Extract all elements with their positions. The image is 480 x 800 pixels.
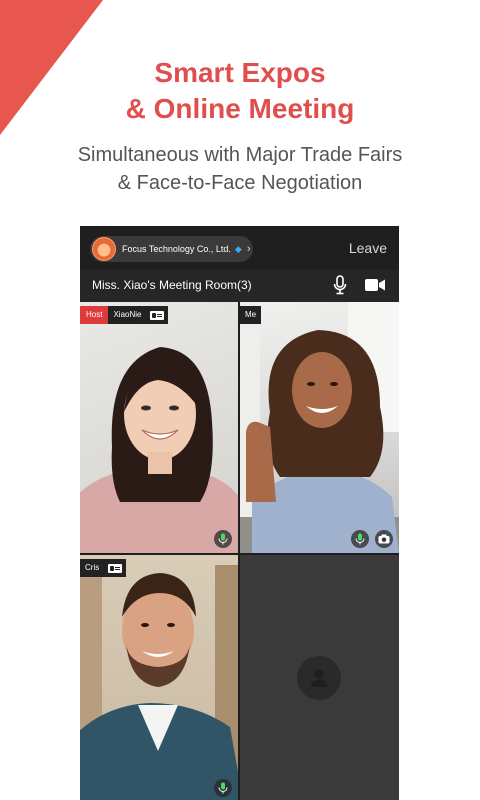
promo-title-line1: Smart Expos xyxy=(154,57,326,88)
camera-switch-icon[interactable] xyxy=(375,530,393,548)
business-card-icon[interactable] xyxy=(104,559,127,577)
participant-tile-empty xyxy=(240,555,399,800)
mic-on-icon xyxy=(214,530,232,548)
mic-on-icon xyxy=(214,779,232,797)
promo-title-line2: & Online Meeting xyxy=(125,93,355,124)
company-avatar xyxy=(92,237,116,261)
leave-button[interactable]: Leave xyxy=(349,240,387,256)
participant-video xyxy=(80,347,238,553)
mic-on-icon xyxy=(351,530,369,548)
business-card-icon[interactable] xyxy=(146,306,169,324)
host-badge: Host xyxy=(80,306,109,324)
chevron-right-icon: › xyxy=(246,243,251,255)
participant-label: Cris xyxy=(80,559,127,577)
microphone-icon[interactable] xyxy=(332,275,348,295)
participant-name: Me xyxy=(240,306,262,324)
participant-grid: Host XiaoNie Me Cris xyxy=(80,302,399,800)
company-pill[interactable]: Focus Technology Co., Ltd. ◆ › xyxy=(90,236,253,262)
diamond-icon: ◆ xyxy=(234,243,242,254)
participant-label: Me xyxy=(240,306,262,324)
video-camera-icon[interactable] xyxy=(364,277,386,293)
participant-name: XiaoNie xyxy=(108,306,147,324)
room-bar: Miss. Xiao's Meeting Room(3) xyxy=(80,270,399,302)
participant-name: Cris xyxy=(80,559,105,577)
meeting-top-bar: Focus Technology Co., Ltd. ◆ › Leave xyxy=(80,226,399,270)
participant-label: Host XiaoNie xyxy=(80,306,169,324)
participant-tile-host[interactable]: Host XiaoNie xyxy=(80,302,238,553)
meeting-screen: Focus Technology Co., Ltd. ◆ › Leave Mis… xyxy=(80,226,399,800)
company-name: Focus Technology Co., Ltd. xyxy=(122,244,231,254)
room-title: Miss. Xiao's Meeting Room(3) xyxy=(92,278,252,292)
participant-tile-me[interactable]: Me xyxy=(240,302,399,553)
participant-video xyxy=(240,302,399,553)
promo-subtitle-line2: & Face-to-Face Negotiation xyxy=(117,172,363,194)
participant-tile-cris[interactable]: Cris xyxy=(80,555,238,800)
user-placeholder-icon xyxy=(297,656,341,700)
promo-subtitle-line1: Simultaneous with Major Trade Fairs xyxy=(77,144,403,166)
participant-video xyxy=(80,565,238,800)
